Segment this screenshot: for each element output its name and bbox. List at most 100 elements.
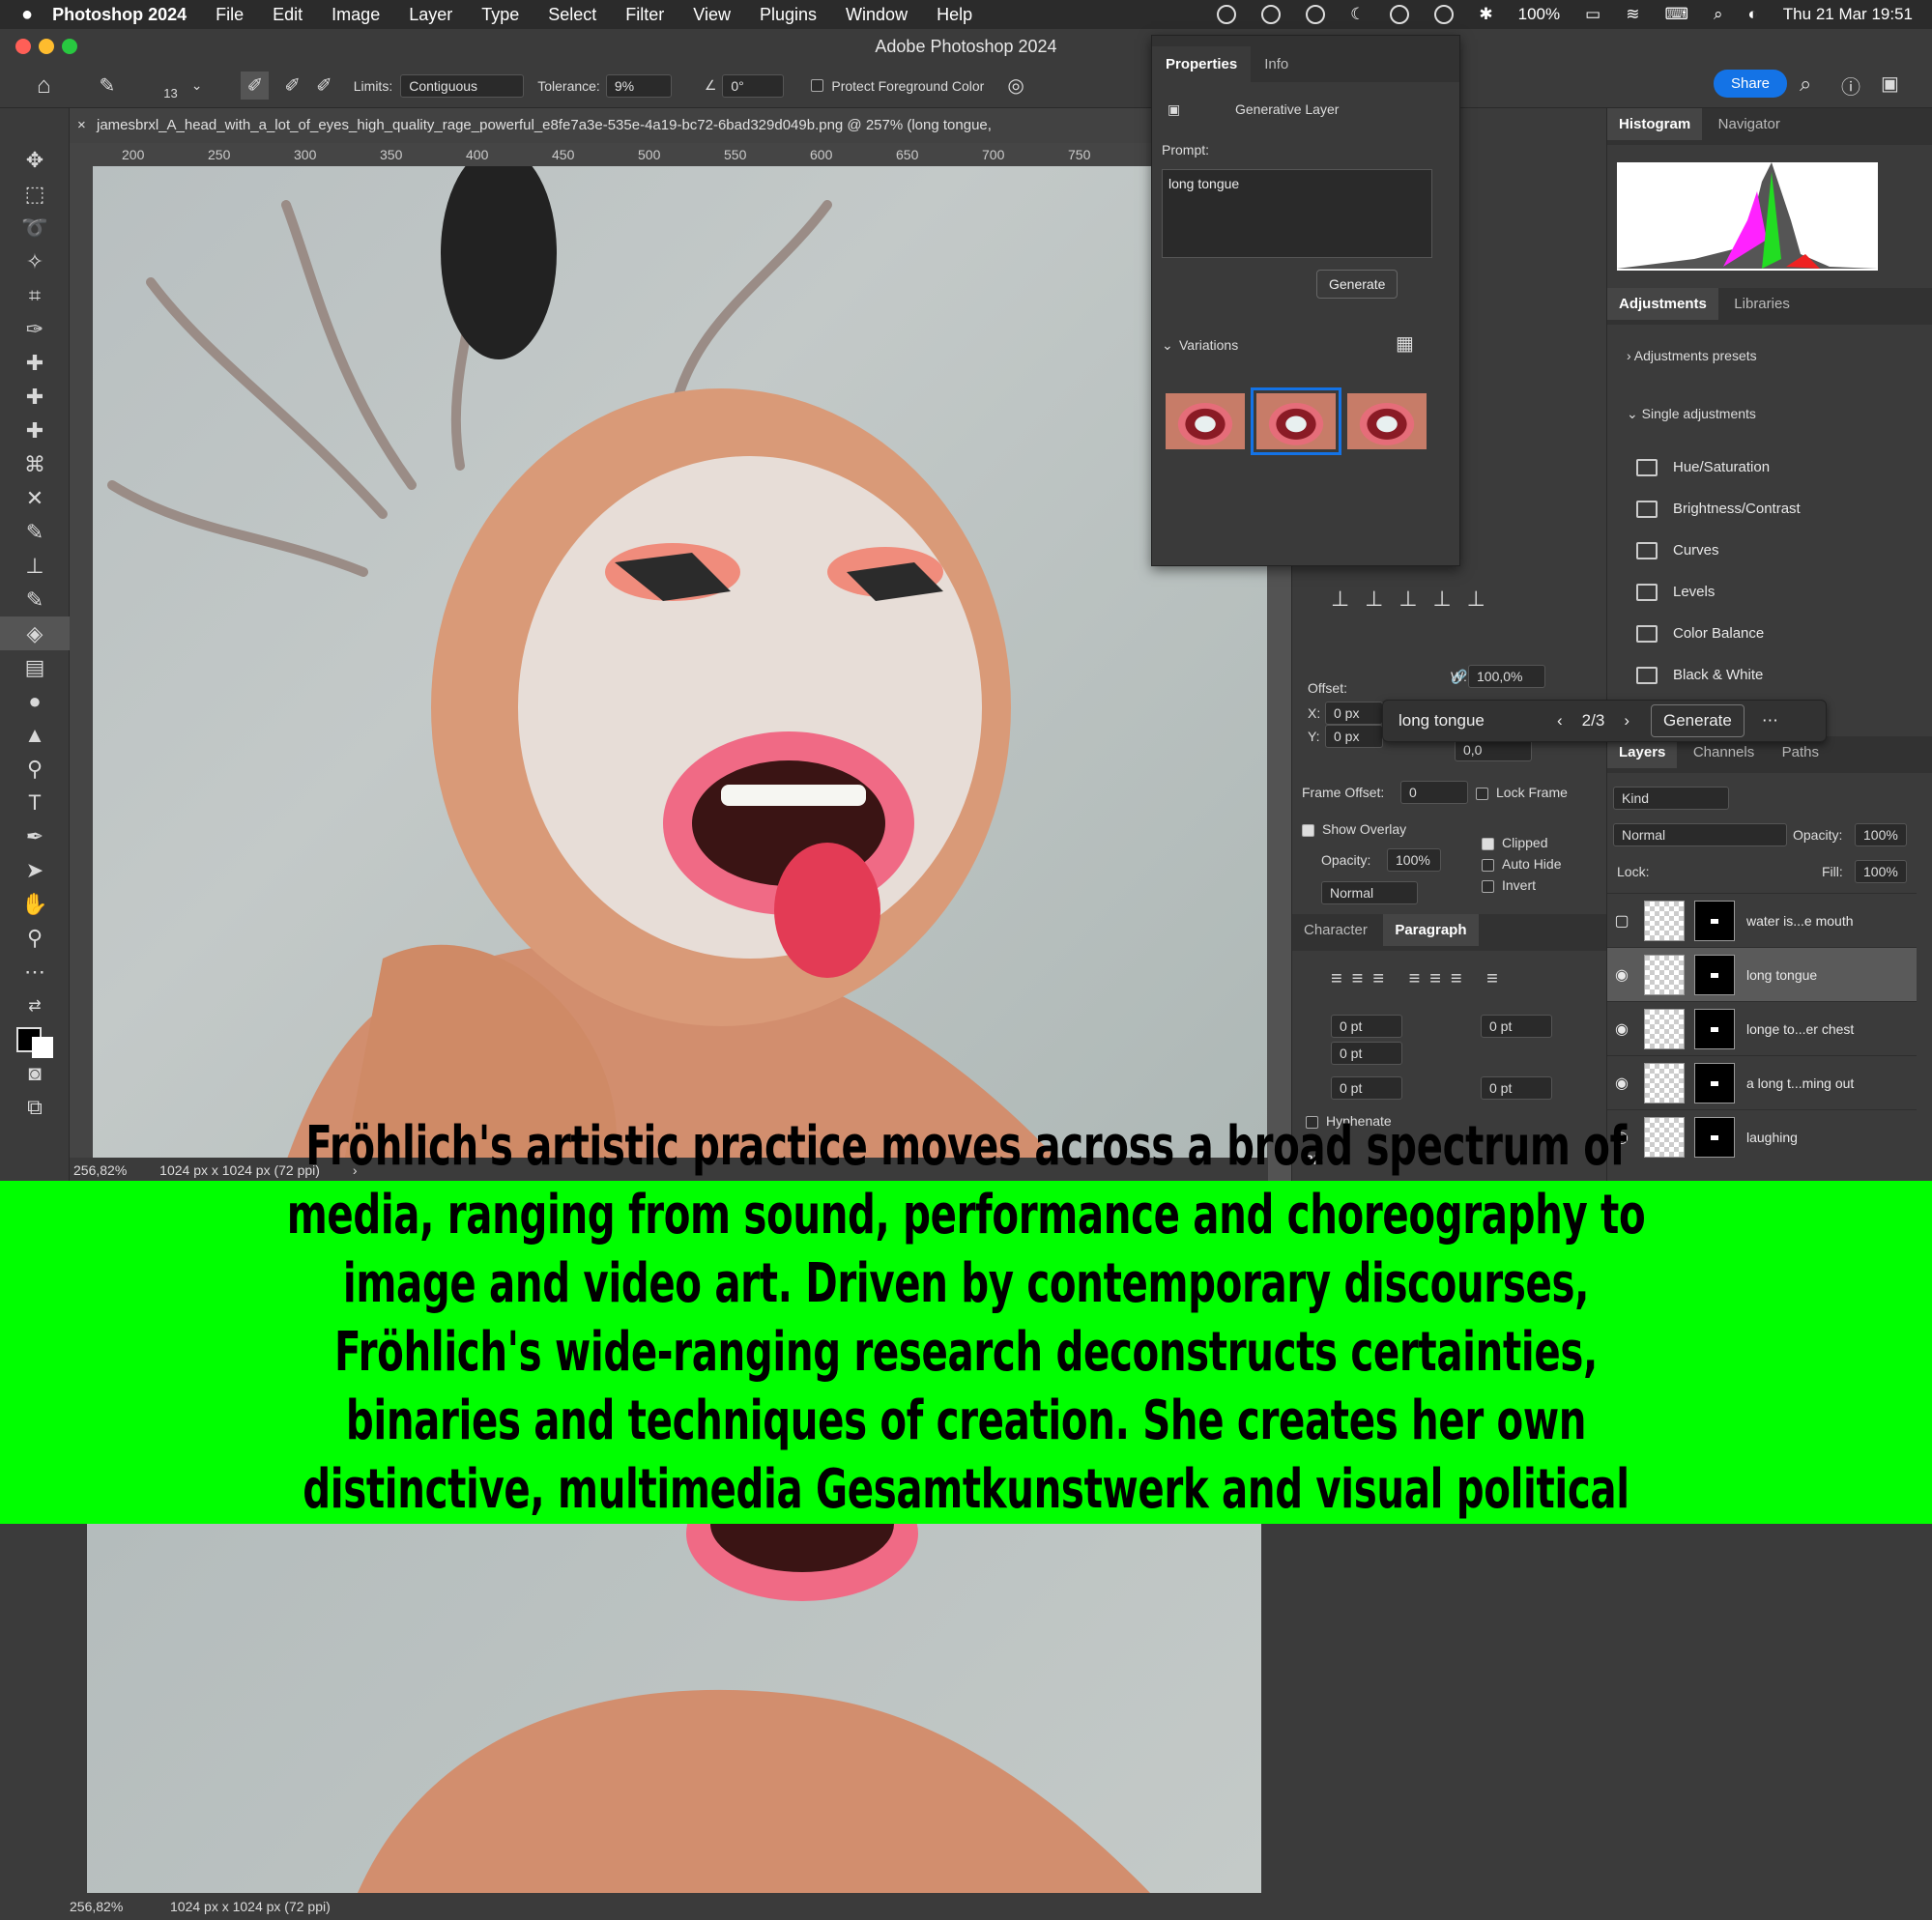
layer-filter-select[interactable]: Kind: [1613, 787, 1729, 810]
tab-properties[interactable]: Properties: [1152, 46, 1252, 82]
zoom-level-lower[interactable]: 256,82%: [70, 1899, 123, 1914]
tab-info[interactable]: Info: [1251, 46, 1302, 82]
stamp-tool-icon[interactable]: ⊥: [0, 549, 70, 583]
control-center-icon[interactable]: ◐: [1748, 5, 1758, 24]
previous-variation-icon[interactable]: ‹: [1557, 711, 1563, 731]
path-selection-icon[interactable]: ➤: [0, 853, 70, 887]
layer-row[interactable]: ◉ longe to...er chest: [1607, 1001, 1917, 1055]
search-icon[interactable]: ⌕: [1714, 5, 1723, 24]
content-aware-move-icon[interactable]: ⌘: [0, 447, 70, 481]
status-icon[interactable]: [1217, 5, 1237, 24]
menu-layer[interactable]: Layer: [409, 5, 452, 25]
adjustment-curves[interactable]: Curves: [1607, 530, 1917, 571]
swap-colors-icon[interactable]: ⇄: [0, 989, 70, 1022]
lasso-tool-icon[interactable]: ➰: [0, 211, 70, 244]
zoom-tool-icon[interactable]: ⚲: [0, 921, 70, 955]
indent-first-input[interactable]: 0 pt: [1331, 1042, 1402, 1065]
menu-edit[interactable]: Edit: [273, 5, 303, 25]
wifi-icon[interactable]: ≋: [1626, 5, 1639, 24]
angle-input[interactable]: 0°: [722, 73, 785, 98]
more-options-icon[interactable]: ⋯: [1762, 711, 1778, 731]
minimize-window-button[interactable]: [39, 39, 54, 54]
zoom-window-button[interactable]: [62, 39, 77, 54]
healing-brush-preset-icon[interactable]: ✎: [100, 73, 116, 98]
x-offset-input[interactable]: 0 px: [1325, 702, 1383, 725]
variation-thumbnail-1[interactable]: [1166, 393, 1245, 449]
menu-type[interactable]: Type: [481, 5, 519, 25]
sharpen-tool-icon[interactable]: ▲: [0, 718, 70, 752]
tab-navigator[interactable]: Navigator: [1707, 108, 1792, 140]
single-adjustments-row[interactable]: ⌄ Single adjustments: [1627, 406, 1756, 422]
screen-mode-icon[interactable]: ⧉: [0, 1090, 70, 1124]
tab-adjustments[interactable]: Adjustments: [1607, 288, 1718, 320]
move-tool-icon[interactable]: ✥: [0, 143, 70, 177]
pressure-icon[interactable]: ◎: [1007, 73, 1024, 98]
variation-thumbnail-2[interactable]: [1251, 387, 1341, 455]
limits-select[interactable]: Contiguous: [400, 73, 525, 98]
clipped-checkbox[interactable]: [1482, 837, 1494, 850]
tab-histogram[interactable]: Histogram: [1607, 108, 1703, 140]
genbar-prompt-input[interactable]: long tongue: [1399, 711, 1543, 731]
auto-hide-checkbox[interactable]: [1482, 858, 1494, 872]
sync-icon[interactable]: [1306, 5, 1326, 24]
crop-tool-icon[interactable]: ⌗: [0, 278, 70, 312]
invert-checkbox[interactable]: [1482, 879, 1494, 893]
chevron-down-icon[interactable]: ⌄: [1162, 337, 1173, 354]
layer-row[interactable]: ▢ water is...e mouth: [1607, 893, 1917, 947]
quick-mask-icon[interactable]: ◙: [0, 1056, 70, 1090]
overlay-blend-select[interactable]: Normal: [1321, 881, 1418, 904]
brush-size[interactable]: 13: [163, 86, 177, 100]
app-menu[interactable]: Photoshop 2024: [52, 5, 187, 25]
patch-tool-icon[interactable]: ✚: [0, 414, 70, 447]
magic-wand-tool-icon[interactable]: ✧: [0, 244, 70, 278]
menu-file[interactable]: File: [216, 5, 244, 25]
menu-select[interactable]: Select: [548, 5, 596, 25]
width-input[interactable]: 100,0%: [1468, 665, 1545, 688]
menu-help[interactable]: Help: [937, 5, 972, 25]
brush-mode-add-icon[interactable]: ✐: [284, 73, 301, 98]
frame-offset-input[interactable]: 0: [1400, 781, 1468, 804]
menu-window[interactable]: Window: [846, 5, 908, 25]
adjustment-hue-saturation[interactable]: Hue/Saturation: [1607, 446, 1917, 488]
eyedropper-tool-icon[interactable]: ✑: [0, 312, 70, 346]
play-icon[interactable]: [1390, 5, 1410, 24]
brush-mode-icon[interactable]: ✐: [241, 72, 270, 100]
opacity-input[interactable]: 100%: [1855, 823, 1907, 846]
tab-libraries[interactable]: Libraries: [1722, 288, 1802, 320]
fill-input[interactable]: 100%: [1855, 860, 1907, 883]
layer-row[interactable]: ◉ a long t...ming out: [1607, 1055, 1917, 1109]
genbar-generate-button[interactable]: Generate: [1650, 704, 1745, 737]
brush-mode-sub-icon[interactable]: ✐: [316, 73, 332, 98]
home-icon[interactable]: ⌂: [37, 72, 51, 100]
color-swatches[interactable]: [0, 1022, 70, 1058]
y-offset-input[interactable]: 0 px: [1325, 725, 1383, 748]
adjustment-brightness-contrast[interactable]: Brightness/Contrast: [1607, 488, 1917, 530]
tab-character[interactable]: Character: [1292, 914, 1379, 946]
grid-view-icon[interactable]: ▦: [1396, 331, 1414, 356]
close-tab-icon[interactable]: ×: [77, 108, 86, 143]
hand-tool-icon[interactable]: ✋: [0, 887, 70, 921]
eye-icon[interactable]: ◉: [1607, 1074, 1636, 1093]
marquee-tool-icon[interactable]: ⬚: [0, 177, 70, 211]
adjustment-levels[interactable]: Levels: [1607, 571, 1917, 613]
type-tool-icon[interactable]: T: [0, 786, 70, 819]
adjustment-black-white[interactable]: Black & White: [1607, 654, 1917, 696]
pen-tool-icon[interactable]: ✒: [0, 819, 70, 853]
document-tab[interactable]: × jamesbrxl_A_head_with_a_lot_of_eyes_hi…: [0, 108, 1169, 143]
close-window-button[interactable]: [15, 39, 31, 54]
lock-frame-checkbox[interactable]: [1476, 787, 1488, 800]
menu-view[interactable]: View: [693, 5, 731, 25]
accessibility-icon[interactable]: [1434, 5, 1455, 24]
document-canvas[interactable]: [93, 166, 1267, 1161]
zoom-level[interactable]: 256,82%: [73, 1162, 127, 1178]
search-icon[interactable]: ⌕: [1800, 72, 1811, 97]
keyboard-icon[interactable]: ⌨: [1664, 5, 1688, 24]
canvas-lower[interactable]: [87, 1466, 1261, 1893]
indent-left-input[interactable]: 0 pt: [1331, 1015, 1402, 1038]
adjustment-color-balance[interactable]: Color Balance: [1607, 613, 1917, 654]
workspace-icon[interactable]: ▣: [1881, 72, 1899, 96]
align-icons[interactable]: ⊥⊥⊥⊥⊥: [1331, 587, 1501, 612]
help-icon[interactable]: ⓘ: [1841, 72, 1860, 100]
eye-icon[interactable]: ◉: [1607, 1019, 1636, 1039]
chevron-down-icon[interactable]: ⌄: [191, 77, 203, 94]
